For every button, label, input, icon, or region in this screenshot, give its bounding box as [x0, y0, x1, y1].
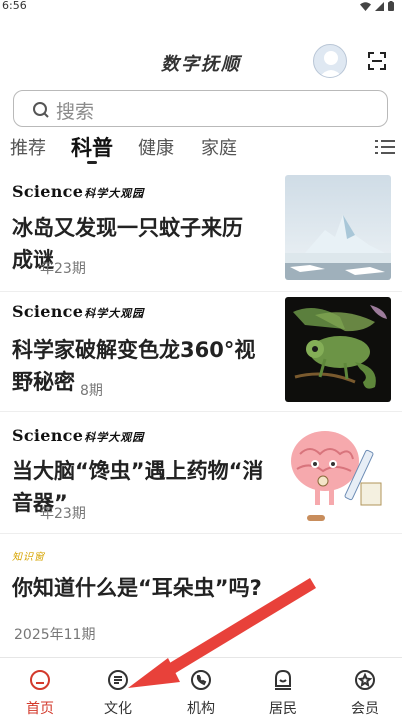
source-logo: 知识窗	[12, 552, 45, 563]
list-menu-icon	[375, 140, 395, 154]
source-logo: Science 科学大观园	[12, 426, 145, 445]
nav-home[interactable]: 首页	[0, 658, 80, 720]
nav-culture[interactable]: 文化	[78, 658, 158, 720]
search-icon	[33, 102, 49, 118]
article-item[interactable]: Science 科学大观园 当大脑“馋虫”遇上药物“消 音器” 年23期	[0, 412, 402, 534]
chameleon-image	[285, 297, 391, 402]
status-time: 6:56	[2, 0, 27, 12]
article-thumbnail	[285, 419, 391, 527]
nav-resident[interactable]: 居民	[243, 658, 323, 720]
article-item[interactable]: 知识窗 你知道什么是“耳朵虫”吗? 2025年11期	[0, 534, 402, 656]
category-tabs: 推荐 科普 健康 家庭	[0, 132, 402, 168]
search-placeholder: 搜索	[56, 101, 95, 123]
scan-button[interactable]	[367, 51, 387, 71]
tab-menu-button[interactable]	[375, 138, 395, 156]
article-issue: 2025年11期	[14, 627, 96, 643]
culture-icon	[108, 670, 128, 690]
home-icon	[30, 670, 50, 690]
article-title: 你知道什么是“耳朵虫”吗?	[12, 576, 262, 600]
nav-member[interactable]: 会员	[325, 658, 402, 720]
article-item[interactable]: Science 科学大观园 科学家破解变色龙360°视 野秘密 8期	[0, 292, 402, 412]
tab-science[interactable]: 科普	[71, 132, 113, 162]
phone-icon	[191, 670, 211, 690]
tab-health[interactable]: 健康	[138, 134, 174, 160]
app-header: 数字抚顺	[0, 38, 402, 84]
resident-icon	[275, 669, 291, 690]
status-bar: 6:56	[0, 0, 402, 14]
brain-cartoon-image	[285, 419, 391, 527]
article-issue: 年23期	[40, 261, 86, 277]
bottom-nav: 首页 文化 机构 居民 会员	[0, 657, 402, 720]
article-thumbnail	[285, 175, 391, 280]
search-input[interactable]: 搜索	[13, 90, 388, 127]
article-title: 科学家破解变色龙360°视 野秘密	[12, 338, 256, 394]
article-item[interactable]: Science 科学大观园 冰岛又发现一只蚊子来历 成谜 年23期	[0, 170, 402, 292]
avatar[interactable]	[313, 44, 347, 78]
article-thumbnail	[285, 297, 391, 402]
wifi-icon	[360, 1, 371, 11]
iceberg-image	[285, 175, 391, 280]
tab-active-indicator	[87, 161, 97, 164]
member-icon	[355, 670, 375, 690]
scan-icon	[368, 52, 386, 70]
nav-institution[interactable]: 机构	[161, 658, 241, 720]
tab-recommend[interactable]: 推荐	[10, 134, 46, 160]
battery-icon	[388, 1, 394, 11]
tab-family[interactable]: 家庭	[201, 134, 237, 160]
source-logo: Science 科学大观园	[12, 182, 145, 201]
source-logo: Science 科学大观园	[12, 302, 145, 321]
article-issue: 8期	[80, 383, 103, 399]
article-issue: 年23期	[40, 506, 86, 522]
signal-icon	[375, 1, 384, 11]
